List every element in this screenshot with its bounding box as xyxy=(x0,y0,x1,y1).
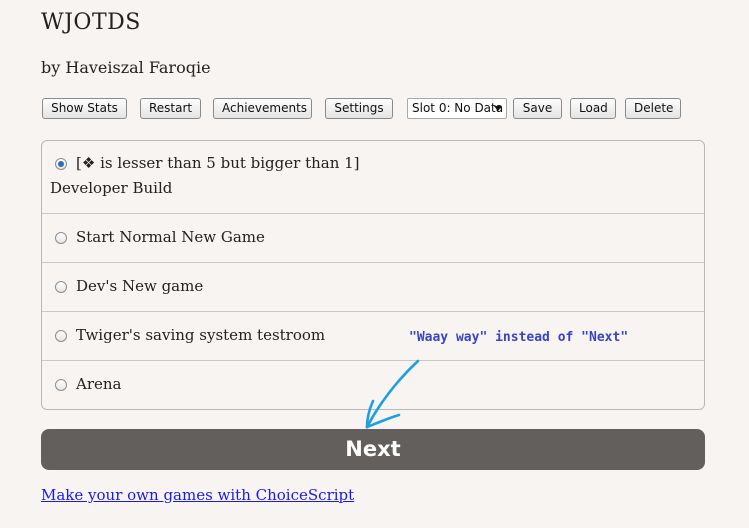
annotation-arrow-icon xyxy=(365,359,420,429)
choice-devs-new-game[interactable]: Dev's New game xyxy=(42,263,704,312)
next-button[interactable]: Next xyxy=(41,429,705,470)
annotation-text: "Waay way" instead of "Next" xyxy=(409,330,629,345)
achievements-button[interactable]: Achievements xyxy=(213,98,312,119)
radio-button[interactable] xyxy=(55,281,67,293)
show-stats-button[interactable]: Show Stats xyxy=(42,98,127,119)
radio-button[interactable] xyxy=(55,232,67,244)
save-button[interactable]: Save xyxy=(513,98,562,119)
save-slot-select[interactable]: Slot 0: No Data xyxy=(407,98,507,119)
choice-start-normal-new-game[interactable]: Start Normal New Game xyxy=(42,214,704,263)
radio-button[interactable] xyxy=(55,379,67,391)
choicescript-link[interactable]: Make your own games with ChoiceScript xyxy=(41,486,354,504)
delete-button[interactable]: Delete xyxy=(625,98,681,119)
settings-button[interactable]: Settings xyxy=(325,98,393,119)
choice-label: Arena xyxy=(76,375,122,393)
radio-button[interactable] xyxy=(55,330,67,342)
choice-sublabel: Developer Build xyxy=(50,179,173,197)
save-slot-value: Slot 0: No Data xyxy=(412,101,504,115)
game-byline: by Haveiszal Faroqie xyxy=(41,58,211,77)
choice-label: Dev's New game xyxy=(76,277,204,295)
radio-button-selected[interactable] xyxy=(55,158,67,170)
load-button[interactable]: Load xyxy=(570,98,616,119)
chevron-down-icon xyxy=(494,106,502,111)
choice-label: Twiger's saving system testroom xyxy=(76,326,326,344)
choice-label: [❖ is lesser than 5 but bigger than 1] xyxy=(76,154,360,172)
restart-button[interactable]: Restart xyxy=(140,98,201,119)
choice-developer-build[interactable]: [❖ is lesser than 5 but bigger than 1] D… xyxy=(42,141,704,214)
game-title: WJOTDS xyxy=(41,10,141,35)
choice-label: Start Normal New Game xyxy=(76,228,265,246)
